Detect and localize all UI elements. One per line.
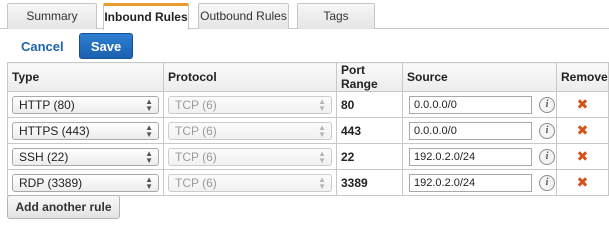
source-input[interactable] (409, 147, 532, 166)
cancel-link[interactable]: Cancel (21, 39, 64, 54)
type-cell: SSH (22) ▲ ▼ (7, 143, 164, 170)
remove-cell: ✖ (556, 169, 609, 196)
type-select[interactable]: SSH (22) ▲ ▼ (12, 147, 159, 166)
remove-x-icon[interactable]: ✖ (577, 97, 589, 113)
header-type: Type (7, 62, 164, 92)
type-select[interactable]: HTTP (80) ▲ ▼ (12, 95, 159, 114)
tab-tags[interactable]: Tags (297, 3, 375, 29)
port-range-value: 443 (341, 123, 362, 138)
source-input[interactable] (409, 95, 532, 114)
protocol-select: TCP (6) ▲ ▼ (168, 173, 332, 192)
remove-cell: ✖ (556, 91, 609, 118)
port-range-cell: 22 (336, 143, 403, 170)
inbound-rules-table: Type Protocol Port Range Source Remove H… (7, 62, 609, 196)
protocol-select-value: TCP (6) (175, 97, 217, 112)
protocol-select-value: TCP (6) (175, 175, 217, 190)
info-icon[interactable]: i (539, 96, 555, 113)
remove-x-icon[interactable]: ✖ (577, 123, 589, 139)
header-source: Source (402, 62, 557, 92)
info-icon[interactable]: i (539, 148, 555, 165)
tab-summary[interactable]: Summary (7, 3, 97, 29)
protocol-select: TCP (6) ▲ ▼ (168, 147, 332, 166)
updown-arrows-icon: ▲ ▼ (318, 174, 326, 191)
table-row: HTTPS (443) ▲▼ TCP (6) ▲▼ 443 i (7, 117, 609, 144)
type-select[interactable]: RDP (3389) ▲ ▼ (12, 173, 159, 192)
type-select-value: HTTPS (443) (19, 123, 90, 138)
tab-inbound-rules[interactable]: Inbound Rules (103, 3, 189, 30)
port-range-cell: 443 (336, 117, 403, 144)
port-range-cell: 80 (336, 91, 403, 118)
type-select-value: SSH (22) (19, 149, 69, 164)
table-row: SSH (22) ▲▼ TCP (6) ▲▼ 22 i ✖ (7, 143, 609, 170)
header-protocol: Protocol (163, 62, 337, 92)
updown-arrows-icon: ▲ ▼ (318, 122, 326, 139)
save-button[interactable]: Save (79, 33, 133, 59)
remove-x-icon[interactable]: ✖ (577, 149, 589, 165)
source-cell: i (402, 143, 557, 170)
protocol-select-value: TCP (6) (175, 149, 217, 164)
source-cell: i (402, 117, 557, 144)
action-bar: Cancel Save (0, 33, 609, 59)
table-header-row: Type Protocol Port Range Source Remove (7, 62, 609, 92)
type-select[interactable]: HTTPS (443) ▲ ▼ (12, 121, 159, 140)
type-cell: HTTPS (443) ▲ ▼ (7, 117, 164, 144)
type-select-value: HTTP (80) (19, 97, 75, 112)
remove-cell: ✖ (556, 117, 609, 144)
protocol-cell: TCP (6) ▲ ▼ (163, 117, 337, 144)
table-row: RDP (3389) ▲▼ TCP (6) ▲▼ 3389 i (7, 169, 609, 196)
port-range-value: 22 (341, 149, 355, 164)
remove-cell: ✖ (556, 143, 609, 170)
source-cell: i (402, 169, 557, 196)
updown-arrows-icon: ▲ ▼ (145, 122, 153, 139)
tab-bar: Summary Inbound Rules Outbound Rules Tag… (0, 0, 609, 30)
updown-arrows-icon: ▲ ▼ (318, 96, 326, 113)
remove-x-icon[interactable]: ✖ (577, 175, 589, 191)
protocol-select: TCP (6) ▲ ▼ (168, 95, 332, 114)
updown-arrows-icon: ▲ ▼ (145, 96, 153, 113)
type-cell: RDP (3389) ▲ ▼ (7, 169, 164, 196)
info-icon[interactable]: i (539, 174, 555, 191)
port-range-value: 80 (341, 97, 355, 112)
info-icon[interactable]: i (539, 122, 555, 139)
port-range-cell: 3389 (336, 169, 403, 196)
type-cell: HTTP (80) ▲ ▼ (7, 91, 164, 118)
protocol-cell: TCP (6) ▲ ▼ (163, 91, 337, 118)
source-input[interactable] (409, 173, 532, 192)
header-port-range: Port Range (336, 62, 403, 92)
header-remove: Remove (556, 62, 609, 92)
source-input[interactable] (409, 121, 532, 140)
port-range-value: 3389 (341, 175, 368, 190)
add-another-rule-button[interactable]: Add another rule (7, 195, 120, 219)
protocol-select-value: TCP (6) (175, 123, 217, 138)
tab-outbound-rules[interactable]: Outbound Rules (198, 3, 289, 29)
protocol-select: TCP (6) ▲ ▼ (168, 121, 332, 140)
updown-arrows-icon: ▲ ▼ (145, 148, 153, 165)
type-select-value: RDP (3389) (19, 175, 83, 190)
protocol-cell: TCP (6) ▲ ▼ (163, 169, 337, 196)
updown-arrows-icon: ▲ ▼ (145, 174, 153, 191)
updown-arrows-icon: ▲ ▼ (318, 148, 326, 165)
table-row: HTTP (80) ▲▼ TCP (6) ▲▼ 80 i ✖ (7, 91, 609, 118)
protocol-cell: TCP (6) ▲ ▼ (163, 143, 337, 170)
source-cell: i (402, 91, 557, 118)
